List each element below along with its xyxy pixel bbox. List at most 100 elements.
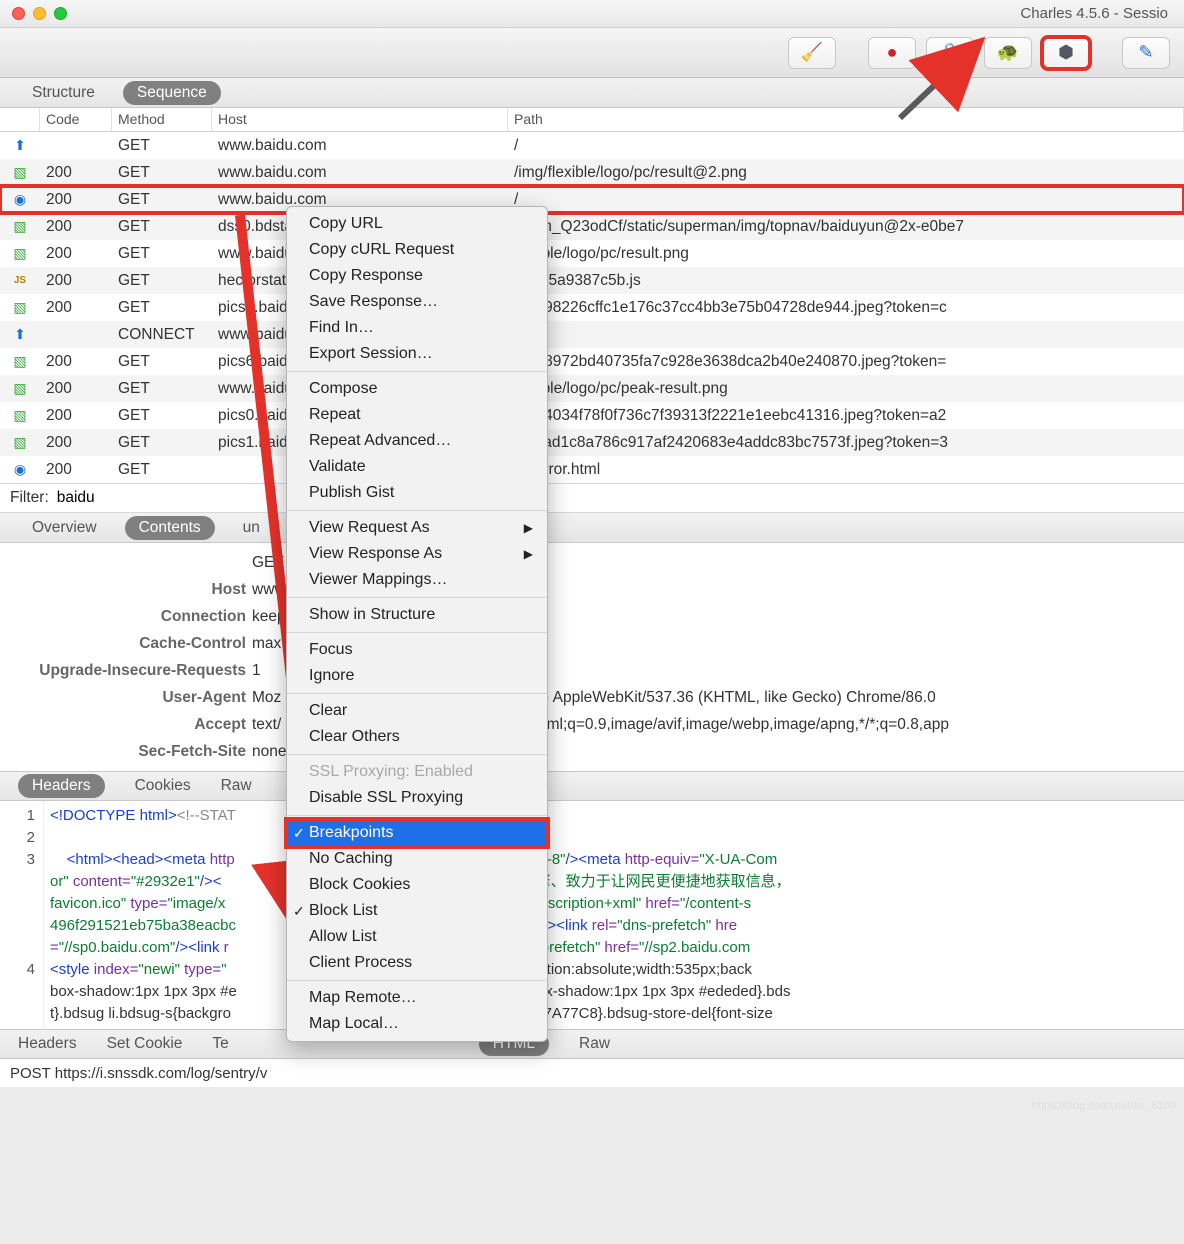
table-row[interactable]: ◉200GETwww.baidu.com/: [0, 186, 1184, 213]
table-row[interactable]: ⬆CONNECTwww.baidu: [0, 321, 1184, 348]
zoom-window-icon[interactable]: [54, 7, 67, 20]
close-window-icon[interactable]: [12, 7, 25, 20]
throttle-button[interactable]: 🔒: [926, 37, 974, 69]
tab-sequence[interactable]: Sequence: [123, 81, 221, 105]
view-tabs: Structure Sequence: [0, 78, 1184, 108]
minimize-window-icon[interactable]: [33, 7, 46, 20]
table-row[interactable]: ◉200GETch/error.html: [0, 456, 1184, 483]
tab-headers[interactable]: Headers: [18, 774, 105, 798]
table-row[interactable]: ⬆GETwww.baidu.com/: [0, 132, 1184, 159]
upload-icon: ⬆: [14, 137, 26, 154]
ctx-allow-list[interactable]: Allow List: [287, 924, 547, 950]
ctx-publish-gist[interactable]: Publish Gist: [287, 480, 547, 506]
col-path[interactable]: Path: [508, 108, 1184, 131]
ctx-clear[interactable]: Clear: [287, 698, 547, 724]
breakpoints-button[interactable]: ⬢: [1042, 37, 1090, 69]
table-row[interactable]: ▧200GETpics0.baidu/aa64034f78f0f736c7f39…: [0, 402, 1184, 429]
tab-resp-setcookie[interactable]: Set Cookie: [107, 1035, 183, 1053]
checkmark-icon: ✓: [293, 903, 305, 920]
pen-button[interactable]: ✎: [1122, 37, 1170, 69]
ctx-disable-ssl[interactable]: Disable SSL Proxying: [287, 785, 547, 811]
ctx-copy-url[interactable]: Copy URL: [287, 211, 547, 237]
table-row[interactable]: ▧200GETwww.baidu.com/img/flexible/logo/p…: [0, 159, 1184, 186]
col-host[interactable]: Host: [212, 108, 508, 131]
ctx-client-process[interactable]: Client Process: [287, 950, 547, 976]
pen-icon: ✎: [1138, 42, 1153, 63]
col-method[interactable]: Method: [112, 108, 212, 131]
image-icon: ▧: [13, 353, 26, 370]
table-row[interactable]: ▧200GETpics6.baidu/aa18972bd40735fa7c928…: [0, 348, 1184, 375]
ctx-ignore[interactable]: Ignore: [287, 663, 547, 689]
table-row[interactable]: ▧200GETpics1.baidu/94cad1c8a786c917af242…: [0, 429, 1184, 456]
ctx-focus[interactable]: Focus: [287, 637, 547, 663]
response-body[interactable]: 123 4 <!DOCTYPE html><!--STAT <html><hea…: [0, 801, 1184, 1029]
ctx-map-local[interactable]: Map Local…: [287, 1011, 547, 1037]
tab-overview[interactable]: Overview: [18, 516, 111, 540]
ctx-viewer-mappings[interactable]: Viewer Mappings…: [287, 567, 547, 593]
tab-resp-headers[interactable]: Headers: [18, 1035, 77, 1053]
tab-resp-text[interactable]: Te: [212, 1035, 228, 1053]
turtle-icon: 🐢: [997, 42, 1019, 63]
filter-input[interactable]: [57, 489, 1174, 507]
ctx-copy-curl[interactable]: Copy cURL Request: [287, 237, 547, 263]
tab-cookies[interactable]: Cookies: [135, 777, 191, 795]
record-icon: ●: [887, 42, 898, 63]
table-row[interactable]: ▧200GETdss0.bdstatic.com1bjqh_Q23odCf/st…: [0, 213, 1184, 240]
col-code[interactable]: Code: [40, 108, 112, 131]
image-icon: ▧: [13, 299, 26, 316]
filter-label: Filter:: [10, 489, 49, 507]
ctx-no-caching[interactable]: No Caching: [287, 846, 547, 872]
checkmark-icon: ✓: [293, 825, 305, 842]
tab-contents[interactable]: Contents: [125, 516, 215, 540]
ctx-save-response[interactable]: Save Response…: [287, 289, 547, 315]
table-row[interactable]: JS200GEThectorstatic7ed75a9387c5b.js: [0, 267, 1184, 294]
col-icon[interactable]: [0, 108, 40, 131]
image-icon: ▧: [13, 218, 26, 235]
tab-resp-raw[interactable]: Raw: [579, 1035, 610, 1053]
table-row[interactable]: ▧200GETwww.baidu.comflexible/logo/pc/res…: [0, 240, 1184, 267]
broom-button[interactable]: 🧹: [788, 37, 836, 69]
window-title: Charles 4.5.6 - Sessio: [67, 5, 1172, 22]
ctx-map-remote[interactable]: Map Remote…: [287, 985, 547, 1011]
image-icon: ▧: [13, 245, 26, 262]
ctx-find-in[interactable]: Find In…: [287, 315, 547, 341]
line-gutter: 123 4: [0, 801, 44, 1029]
image-icon: ▧: [13, 380, 26, 397]
tab-raw[interactable]: Raw: [221, 777, 252, 795]
ctx-validate[interactable]: Validate: [287, 454, 547, 480]
ctx-repeat-advanced[interactable]: Repeat Advanced…: [287, 428, 547, 454]
ctx-breakpoints[interactable]: ✓Breakpoints: [287, 820, 547, 846]
status-text: POST https://i.snssdk.com/log/sentry/v: [10, 1065, 267, 1082]
ctx-repeat[interactable]: Repeat: [287, 402, 547, 428]
ctx-show-in-structure[interactable]: Show in Structure: [287, 602, 547, 628]
table-row[interactable]: ▧200GETpics6.baidu/42a98226cffc1e176c37c…: [0, 294, 1184, 321]
ctx-block-cookies[interactable]: Block Cookies: [287, 872, 547, 898]
ctx-view-request-as[interactable]: View Request As▶: [287, 515, 547, 541]
record-button[interactable]: ●: [868, 37, 916, 69]
ctx-separator: [287, 371, 547, 372]
ctx-ssl-enabled: SSL Proxying: Enabled: [287, 759, 547, 785]
request-list: ⬆GETwww.baidu.com/ ▧200GETwww.baidu.com/…: [0, 132, 1184, 483]
table-row[interactable]: ▧200GETwww.baiduflexible/logo/pc/peak-re…: [0, 375, 1184, 402]
reload-icon: ◉: [14, 191, 26, 208]
ctx-block-list[interactable]: ✓Block List: [287, 898, 547, 924]
list-header: Code Method Host Path: [0, 108, 1184, 132]
turtle-button[interactable]: 🐢: [984, 37, 1032, 69]
ctx-separator: [287, 597, 547, 598]
response-subtabs: Headers Set Cookie Te HTML Raw: [0, 1029, 1184, 1059]
ctx-copy-response[interactable]: Copy Response: [287, 263, 547, 289]
ctx-separator: [287, 815, 547, 816]
tab-structure[interactable]: Structure: [18, 81, 109, 105]
ctx-compose[interactable]: Compose: [287, 376, 547, 402]
image-icon: ▧: [13, 164, 26, 181]
request-details: GET Hostwww Connectionkeep Cache-Control…: [0, 543, 1184, 771]
ctx-separator: [287, 754, 547, 755]
detail-tabs: Overview Contents un: [0, 513, 1184, 543]
titlebar: Charles 4.5.6 - Sessio: [0, 0, 1184, 28]
ctx-view-response-as[interactable]: View Response As▶: [287, 541, 547, 567]
status-bar: POST https://i.snssdk.com/log/sentry/v: [0, 1059, 1184, 1087]
ctx-clear-others[interactable]: Clear Others: [287, 724, 547, 750]
tab-summary[interactable]: un: [229, 516, 274, 540]
ctx-export-session[interactable]: Export Session…: [287, 341, 547, 367]
hexagon-icon: ⬢: [1058, 42, 1074, 63]
